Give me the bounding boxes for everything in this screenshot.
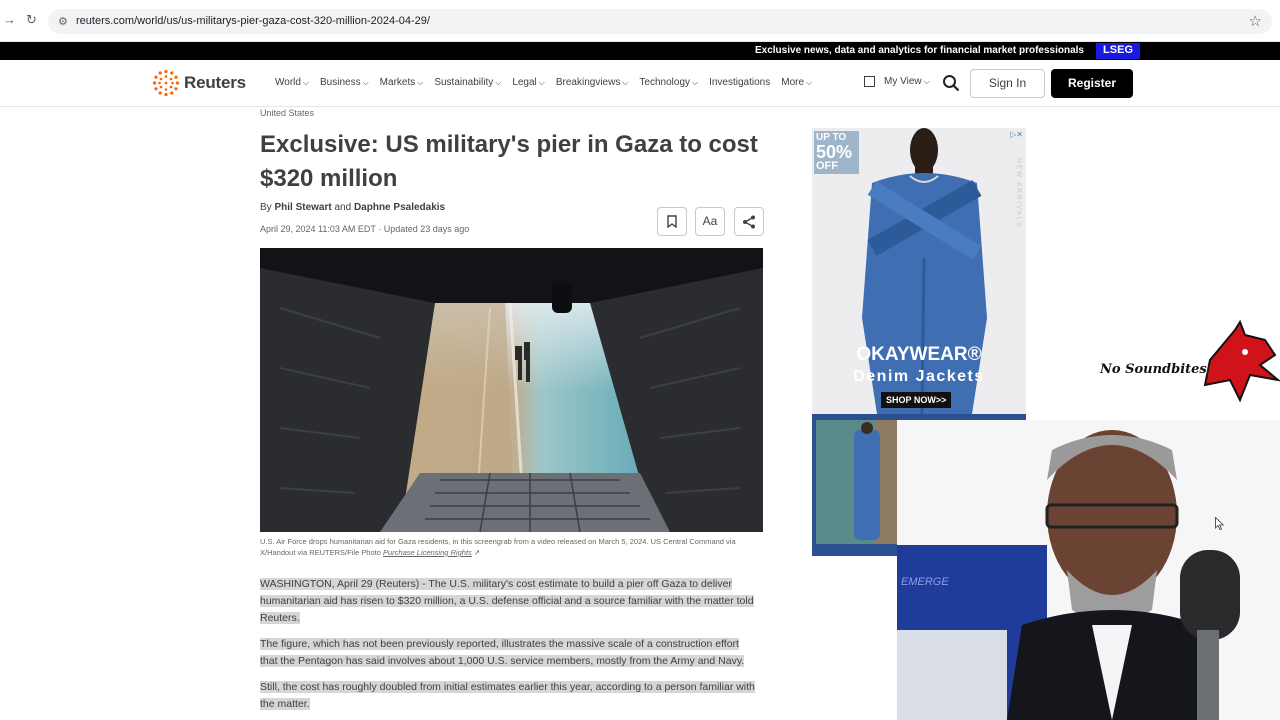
caption-text: U.S. Air Force drops humanitarian aid fo… [260,537,736,557]
paragraph-1-text: WASHINGTON, April 29 (Reuters) - The U.S… [260,578,754,624]
hero-image[interactable] [260,248,763,532]
ad-hero: NEW ARRIVALS UP TO 50% OFF ▷✕ OKAYWEAR® … [812,128,1026,415]
forward-icon[interactable]: → [3,12,16,27]
discount-badge: UP TO 50% OFF [814,131,859,174]
nav-item-more[interactable]: More ⌵ [781,77,812,88]
author-link-2[interactable]: Daphne Psaledakis [354,202,445,213]
section-label[interactable]: United States [260,108,314,118]
external-link-icon: ↗ [473,548,481,557]
promo-strip: Exclusive news, data and analytics for f… [0,42,1280,60]
site-header: Reuters World ⌵ Business ⌵ Markets ⌵ Sustainab… [0,60,1280,107]
bookmark-star-icon[interactable]: ☆ [1249,12,1262,30]
share-icon [743,215,755,229]
headline: Exclusive: US military's pier in Gaza to… [260,131,758,192]
paragraph-3-text: Still, the cost has roughly doubled from… [260,681,755,710]
byline: By Phil Stewart and Daphne Psaledakis [260,202,445,213]
ad-brand: OKAYWEAR® [856,344,982,365]
chevron-down-icon: ⌵ [538,78,545,87]
address-bar[interactable]: ⚙ reuters.com/world/us/us-militarys-pier… [48,9,1272,34]
photo-caption: U.S. Air Force drops humanitarian aid fo… [260,536,765,558]
chair-brand: EMERGE [901,576,949,588]
browser-toolbar: → ↻ ⚙ reuters.com/world/us/us-militarys-… [0,0,1280,42]
my-view-button[interactable]: My View ⌵ [864,76,930,87]
nav-item-label: More [781,77,805,88]
register-button[interactable]: Register [1051,69,1133,98]
search-icon[interactable] [942,74,960,92]
nav-item-label: Markets [379,77,416,88]
nav-item-technology[interactable]: Technology ⌵ [639,77,698,88]
chevron-down-icon: ⌵ [302,78,310,87]
paragraph-1: WASHINGTON, April 29 (Reuters) - The U.S… [260,576,755,627]
channel-watermark: No Soundbites [1100,362,1207,377]
reuters-logo[interactable]: Reuters [152,69,246,97]
ad-side-text: NEW ARRIVALS [1015,158,1022,228]
nav-item-label: Legal [512,77,537,88]
reload-icon[interactable]: ↻ [26,12,37,28]
nav-item-business[interactable]: Business ⌵ [320,77,369,88]
chevron-down-icon: ⌵ [692,78,699,87]
paragraph-3: Still, the cost has roughly doubled from… [260,679,755,713]
mouse-cursor-icon [1215,517,1224,530]
nav-item-label: Business [320,77,361,88]
nav-item-breakingviews[interactable]: Breakingviews ⌵ [556,77,629,88]
bookmark-icon [667,215,677,229]
chevron-down-icon: ⌵ [362,78,369,87]
webcam-video: EMERGE [897,420,1280,720]
nav-item-label: Technology [639,77,691,88]
my-view-label: My View [884,76,922,87]
shop-now-button[interactable]: SHOP NOW>> [881,392,952,408]
purchase-licensing-link[interactable]: Purchase Licensing Rights [383,548,472,557]
share-button[interactable] [734,207,764,236]
nav-item-investigations[interactable]: Investigations [709,77,770,88]
main-nav: World ⌵ Business ⌵ Markets ⌵ Sustainability ⌵ Le… [275,77,823,88]
nav-item-label: World [275,77,301,88]
byline-and: and [334,202,352,213]
webcam-overlay: EMERGE [897,420,1280,720]
byline-prefix: By [260,202,272,213]
chevron-down-icon: ⌵ [806,78,813,87]
ad-subtitle: Denim Jackets [853,368,985,385]
nav-item-legal[interactable]: Legal ⌵ [512,77,545,88]
author-link-1[interactable]: Phil Stewart [274,202,331,213]
dateline: April 29, 2024 11:03 AM EDT · Updated 23… [260,224,470,234]
site-info-icon[interactable]: ⚙ [58,15,68,28]
chevron-down-icon: ⌵ [495,78,502,87]
nav-item-label: Breakingviews [555,77,621,88]
nav-item-sustainability[interactable]: Sustainability ⌵ [434,77,501,88]
reuters-logo-text: Reuters [184,73,246,92]
sign-in-button[interactable]: Sign In [970,69,1045,98]
reuters-logo-icon [152,69,180,97]
layout-icon [864,76,875,87]
url-text[interactable]: reuters.com/world/us/us-militarys-pier-g… [76,15,430,27]
chevron-down-icon: ⌵ [923,76,930,86]
ad-choices-icon[interactable]: ▷✕ [1010,130,1023,139]
nav-item-markets[interactable]: Markets ⌵ [380,77,424,88]
nav-item-world[interactable]: World ⌵ [275,77,309,88]
nav-item-label: Investigations [709,77,771,88]
airdrop-photo [260,248,763,532]
promo-text[interactable]: Exclusive news, data and analytics for f… [755,45,1084,56]
text-size-button[interactable]: Aa [695,207,725,236]
paragraph-2-text: The figure, which has not been previousl… [260,638,745,667]
chevron-down-icon: ⌵ [417,78,424,87]
badge-line-3: OFF [816,160,838,172]
nav-item-label: Sustainability [434,77,494,88]
chevron-down-icon: ⌵ [622,78,629,87]
save-article-button[interactable] [657,207,687,236]
lseg-logo[interactable]: LSEG [1096,43,1140,59]
paragraph-2: The figure, which has not been previousl… [260,636,755,670]
